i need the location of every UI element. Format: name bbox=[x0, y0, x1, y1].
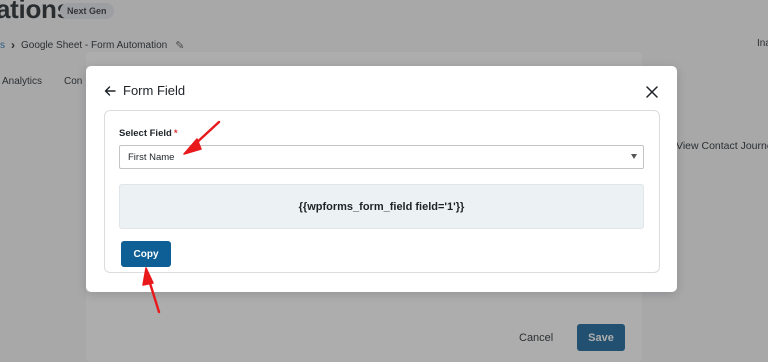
caret-down-icon bbox=[631, 154, 637, 159]
form-field-modal: Form Field Select Field * First Name {{wp… bbox=[86, 66, 677, 292]
field-selector-card: Select Field * First Name {{wpforms_form_… bbox=[104, 110, 660, 273]
select-field-label: Select Field * bbox=[119, 128, 178, 139]
close-icon[interactable] bbox=[645, 85, 659, 99]
modal-title: Form Field bbox=[123, 83, 186, 98]
required-mark: * bbox=[173, 128, 178, 139]
field-select-value: First Name bbox=[128, 151, 175, 163]
field-select[interactable]: First Name bbox=[119, 145, 644, 169]
shortcode-display: {{wpforms_form_field field='1'}} bbox=[119, 184, 644, 229]
copy-button[interactable]: Copy bbox=[121, 241, 171, 267]
select-field-label-text: Select Field bbox=[119, 128, 172, 139]
modal-header: Form Field bbox=[104, 83, 185, 98]
arrow-left-icon[interactable] bbox=[104, 85, 116, 97]
